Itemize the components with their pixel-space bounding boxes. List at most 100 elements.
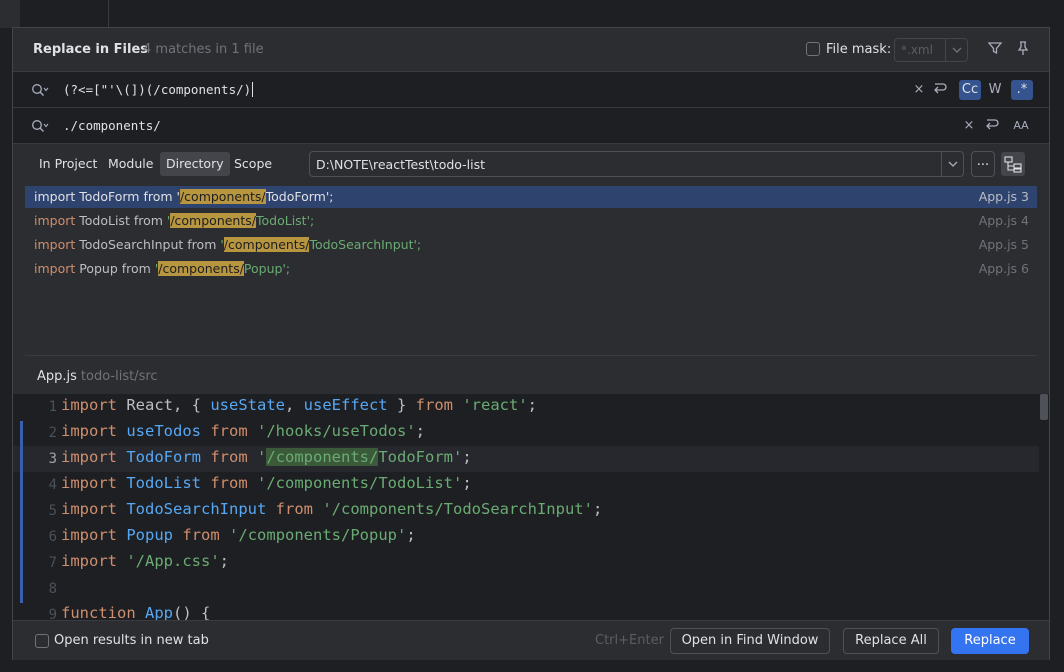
preview-file-path: todo-list/src <box>80 369 158 384</box>
replace-history-icon[interactable] <box>31 119 49 137</box>
code-line[interactable]: import TodoSearchInput from '/components… <box>61 500 602 518</box>
replace-new-line-icon[interactable] <box>982 116 1002 136</box>
code-line[interactable]: import useTodos from '/hooks/useTodos'; <box>61 422 425 440</box>
result-code: import Popup from '/components/Popup'; <box>34 258 290 280</box>
match-summary: 4 matches in 1 file <box>143 42 264 57</box>
replace-input[interactable]: ./components/ <box>63 118 161 133</box>
file-mask-checkbox[interactable] <box>806 42 820 56</box>
words-toggle[interactable]: W <box>985 80 1005 100</box>
result-keyword: import <box>34 189 76 204</box>
code-line[interactable]: import TodoForm from '/components/TodoFo… <box>61 448 472 466</box>
recursive-toggle[interactable] <box>1001 152 1025 176</box>
result-keyword: import <box>34 261 76 276</box>
result-row[interactable]: import TodoList from '/components/TodoLi… <box>25 210 1037 232</box>
search-history-icon[interactable] <box>31 83 49 101</box>
directory-dropdown[interactable] <box>941 152 963 176</box>
line-number: 1 <box>48 399 57 415</box>
line-number: 8 <box>48 581 57 597</box>
open-new-tab-checkbox[interactable] <box>35 634 49 648</box>
replace-row: ./components/ × AA <box>13 108 1049 144</box>
directory-path: D:\NOTE\reactTest\todo-list <box>316 157 486 172</box>
new-line-icon[interactable] <box>930 80 950 100</box>
replace-in-files-dialog: Replace in Files 4 matches in 1 file Fil… <box>12 27 1050 660</box>
replace-all-button[interactable]: Replace All <box>843 628 939 654</box>
result-keyword: import <box>34 213 76 228</box>
tab-module[interactable]: Module <box>102 152 159 176</box>
background-divider <box>108 0 109 30</box>
code-line[interactable]: function App() { <box>61 604 210 620</box>
result-end: '; <box>413 237 422 252</box>
result-file: App.js 6 <box>978 261 1029 276</box>
result-end: '; <box>306 213 315 228</box>
result-rest: TodoList <box>255 213 307 228</box>
result-file: App.js 3 <box>978 189 1029 204</box>
tab-directory[interactable]: Directory <box>160 152 230 176</box>
result-rest: TodoForm <box>265 189 326 204</box>
result-code: import TodoList from '/components/TodoLi… <box>34 210 314 232</box>
open-in-find-window-button[interactable]: Open in Find Window <box>670 628 830 654</box>
clear-replace-icon[interactable]: × <box>959 116 979 136</box>
file-mask-dropdown[interactable] <box>945 39 967 61</box>
result-end: '; <box>282 261 291 276</box>
tab-scope[interactable]: Scope <box>228 152 278 176</box>
scope-row: In Project Module Directory Scope D:\NOT… <box>13 146 1049 182</box>
preview-editor[interactable]: 1 import React, { useState, useEffect } f… <box>13 394 1049 620</box>
code-line[interactable]: import Popup from '/components/Popup'; <box>61 526 416 544</box>
dialog-title: Replace in Files <box>33 42 148 57</box>
line-number: 4 <box>48 477 57 493</box>
result-identifier: Popup from <box>75 261 155 276</box>
result-file: App.js 5 <box>978 237 1029 252</box>
browse-button[interactable]: ... <box>971 151 995 177</box>
file-mask-label[interactable]: File mask: <box>826 42 891 57</box>
result-match: /components/ <box>179 189 266 204</box>
result-identifier: TodoForm from <box>75 189 177 204</box>
search-input[interactable]: (?<=["'\(])(/components/) <box>63 82 254 97</box>
result-rest: TodoSearchInput <box>309 237 414 252</box>
result-match: /components/ <box>223 237 310 252</box>
line-number: 7 <box>48 555 57 571</box>
search-input-text: (?<=["'\(])(/components/) <box>63 82 252 97</box>
open-new-tab-label[interactable]: Open results in new tab <box>54 633 209 648</box>
file-mask-combo[interactable]: *.xml <box>894 38 968 62</box>
splitter[interactable] <box>25 355 1037 356</box>
result-row[interactable]: import TodoSearchInput from '/components… <box>25 234 1037 256</box>
match-case-toggle[interactable]: Cc <box>959 80 981 100</box>
preview-file-name: App.js <box>37 369 77 384</box>
dialog-footer: Open results in new tab Ctrl+Enter Open … <box>13 620 1049 660</box>
search-row: (?<=["'\(])(/components/) × Cc W .* <box>13 71 1049 108</box>
results-list[interactable]: import TodoForm from '/components/TodoFo… <box>25 183 1037 353</box>
filter-icon[interactable] <box>987 40 1005 58</box>
code-line[interactable]: import '/App.css'; <box>61 552 229 570</box>
result-code: import TodoSearchInput from '/components… <box>34 234 421 256</box>
code-line[interactable]: import TodoList from '/components/TodoLi… <box>61 474 472 492</box>
clear-icon[interactable]: × <box>909 80 929 100</box>
result-identifier: TodoSearchInput from <box>75 237 221 252</box>
line-number: 9 <box>48 607 57 620</box>
result-file: App.js 4 <box>978 213 1029 228</box>
directory-combo[interactable]: D:\NOTE\reactTest\todo-list <box>309 151 964 177</box>
result-row[interactable]: import Popup from '/components/Popup'; Ap… <box>25 258 1037 280</box>
result-match: /components/ <box>170 213 256 228</box>
result-match: /components/ <box>158 261 244 276</box>
line-number: 3 <box>48 451 57 467</box>
result-identifier: TodoList from <box>75 213 167 228</box>
preview-header: App.js todo-list/src <box>37 369 158 384</box>
code-line[interactable]: import React, { useState, useEffect } fr… <box>61 396 537 414</box>
result-rest: Popup <box>243 261 283 276</box>
result-code: import TodoForm from '/components/TodoFo… <box>34 186 334 208</box>
tab-in-project[interactable]: In Project <box>33 152 103 176</box>
scrollbar-thumb[interactable] <box>1040 394 1048 420</box>
line-number: 5 <box>48 503 57 519</box>
background-gutter <box>0 0 20 28</box>
regex-toggle[interactable]: .* <box>1011 80 1033 100</box>
pin-icon[interactable] <box>1015 40 1033 58</box>
text-caret <box>252 82 254 97</box>
line-number: 6 <box>48 529 57 545</box>
replace-button[interactable]: Replace <box>951 628 1029 654</box>
result-end: '; <box>325 189 334 204</box>
result-row[interactable]: import TodoForm from '/components/TodoFo… <box>25 186 1037 208</box>
line-number: 2 <box>48 425 57 441</box>
file-mask-placeholder: *.xml <box>901 43 933 57</box>
preserve-case-icon[interactable]: AA <box>1011 116 1031 136</box>
dialog-header[interactable]: Replace in Files 4 matches in 1 file Fil… <box>13 28 1049 71</box>
